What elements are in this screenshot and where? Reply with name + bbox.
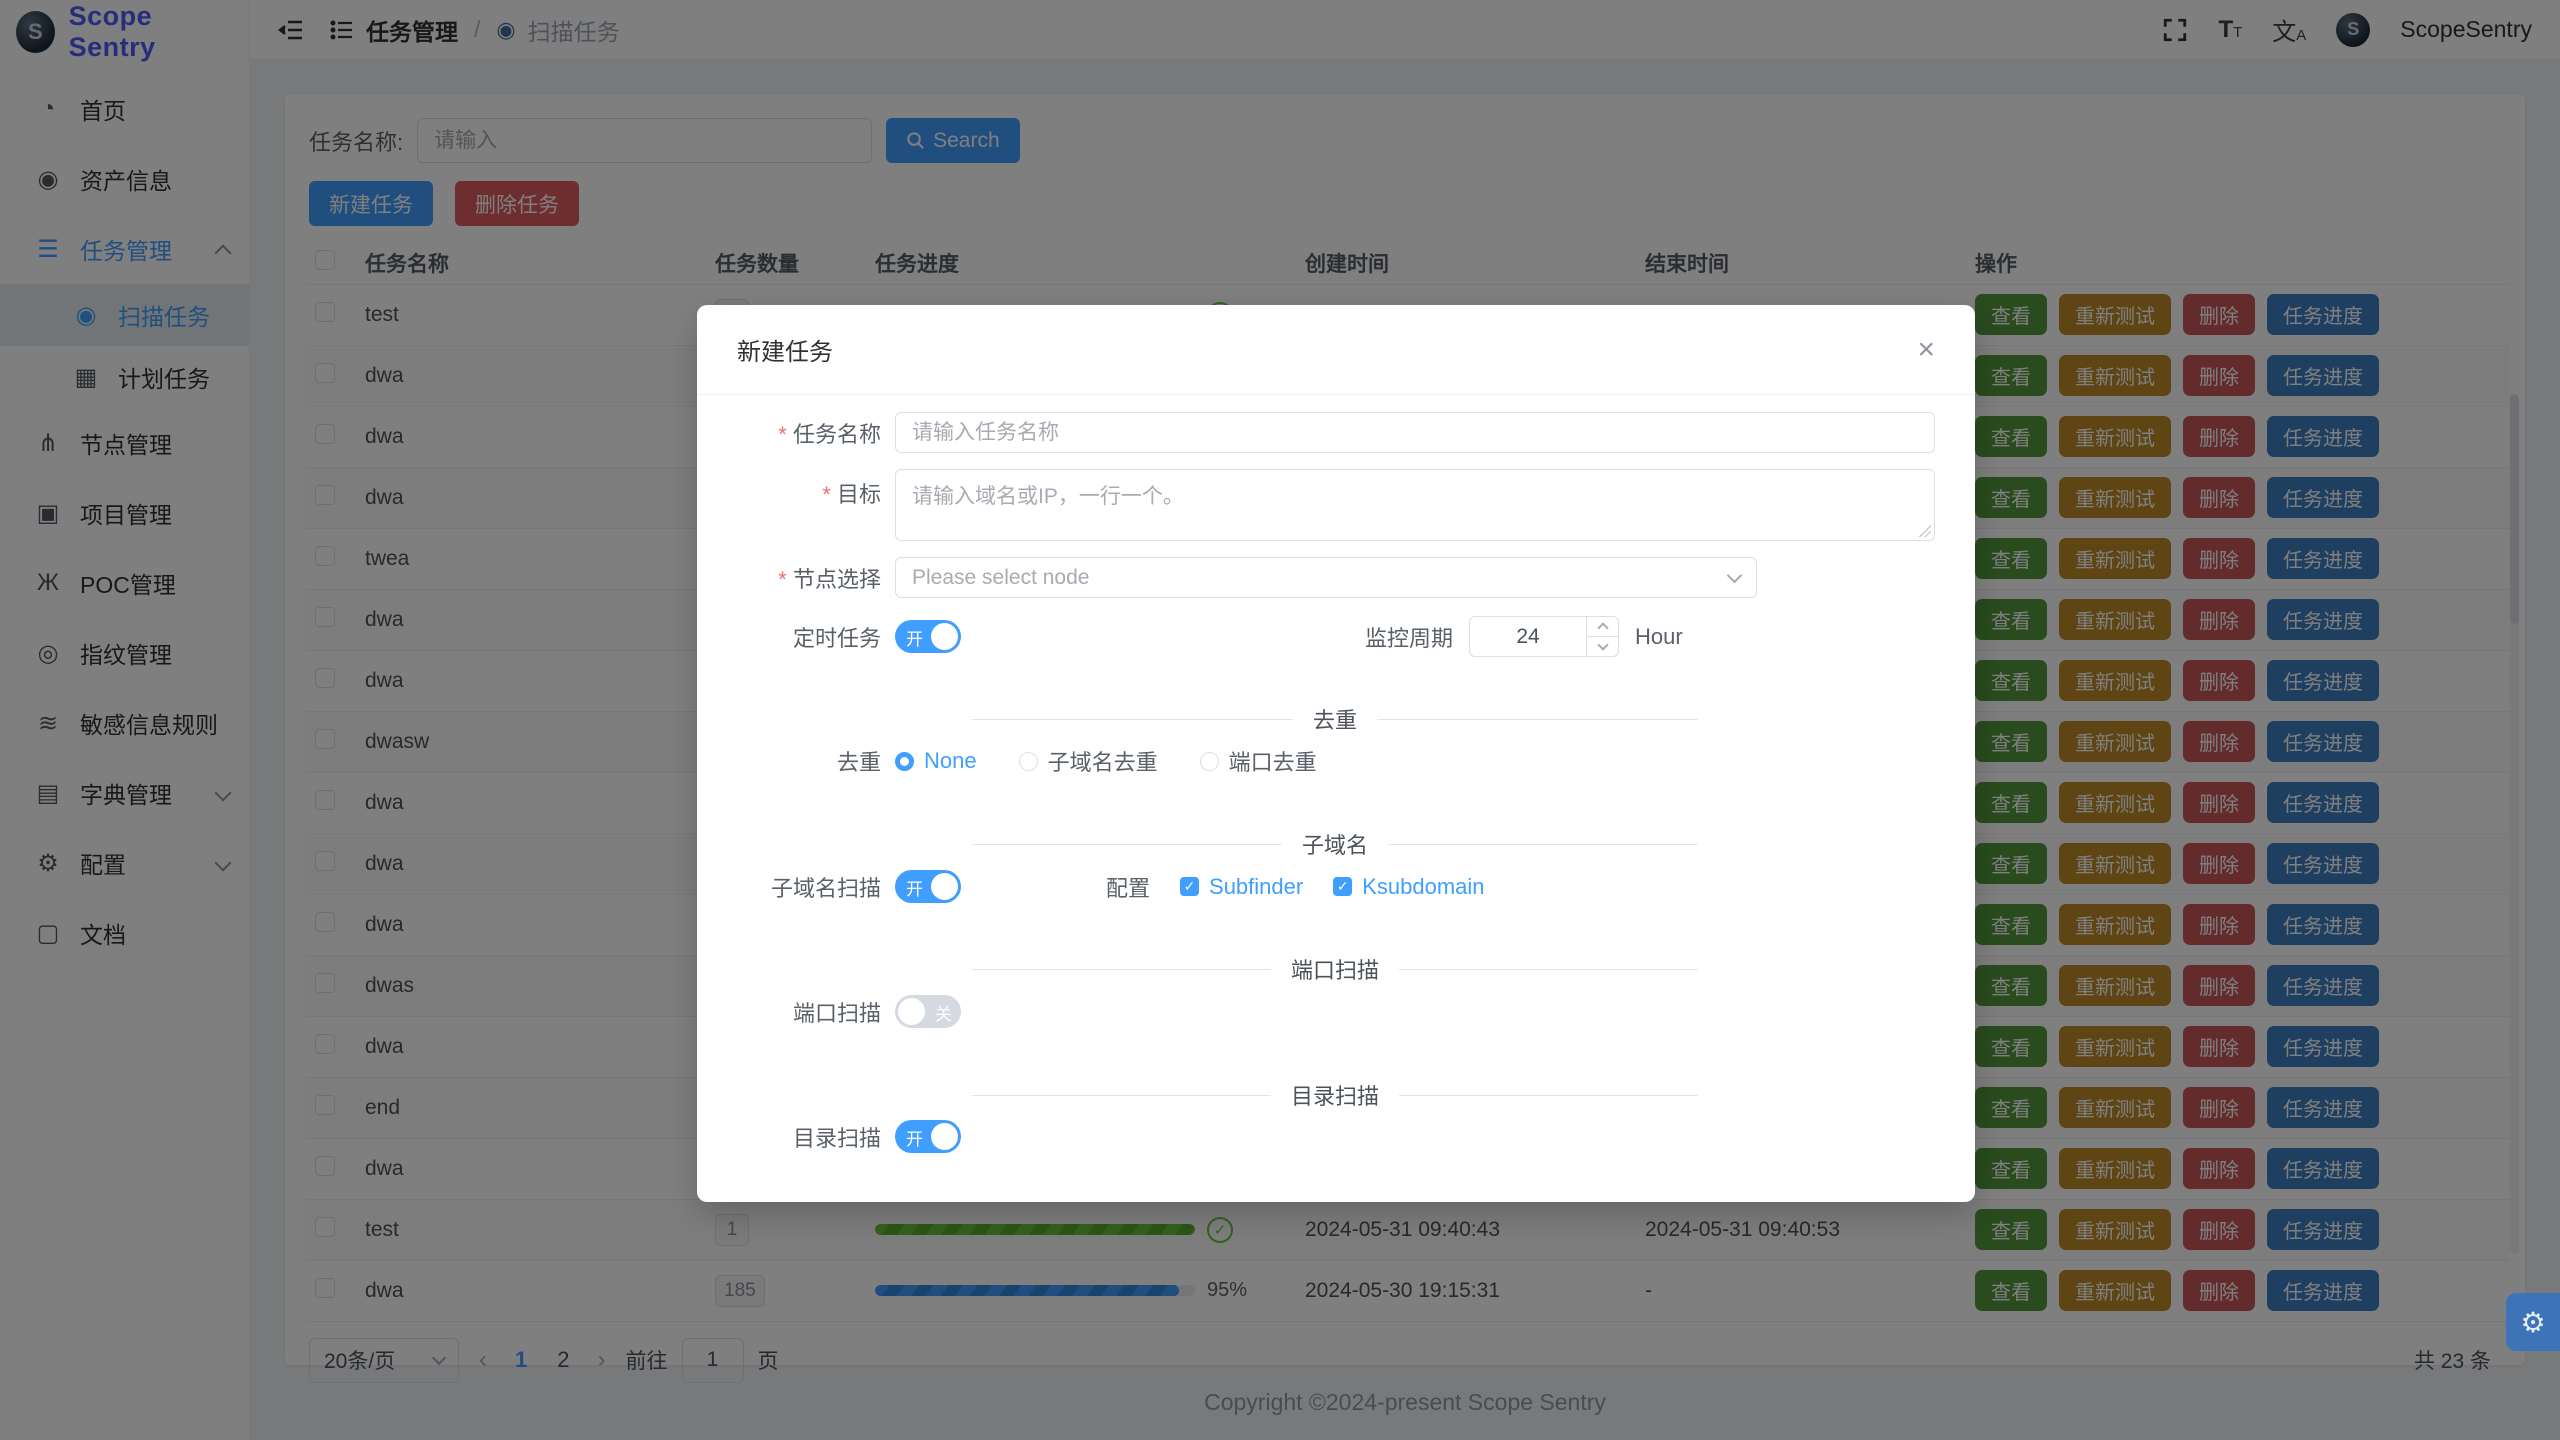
task-name-field[interactable]: [895, 412, 1935, 453]
new-task-modal: 新建任务 × 任务名称 目标 请输入域名或IP，一行一个。 节点选择 Pleas…: [697, 305, 1975, 1202]
chevron-down-icon: [1727, 567, 1743, 583]
scheduled-label: 定时任务: [737, 621, 881, 653]
close-icon[interactable]: ×: [1917, 335, 1935, 365]
node-label: 节点选择: [737, 562, 881, 594]
port-scan-label: 端口扫描: [737, 996, 881, 1028]
target-label: 目标: [737, 477, 881, 509]
dir-scan-toggle[interactable]: 开: [895, 1120, 961, 1153]
target-row: 目标 请输入域名或IP，一行一个。: [737, 469, 1935, 541]
dedup-label: 去重: [737, 745, 881, 777]
spinner-up-icon[interactable]: [1587, 617, 1618, 636]
divider-subdomain: 子域名: [972, 828, 1698, 860]
checkbox-subfinder[interactable]: ✓Subfinder: [1180, 874, 1303, 900]
checkbox-ksubdomain[interactable]: ✓Ksubdomain: [1333, 874, 1484, 900]
task-name-label: 任务名称: [737, 417, 881, 449]
number-spinner: [1586, 617, 1618, 656]
dir-scan-row: 目录扫描 开: [737, 1120, 1935, 1153]
settings-gear-button[interactable]: ⚙: [2506, 1293, 2560, 1351]
subdomain-scan-label: 子域名扫描: [737, 871, 881, 903]
task-name-input[interactable]: [912, 421, 1918, 445]
spinner-down-icon[interactable]: [1587, 636, 1618, 656]
cycle-number-input[interactable]: 24: [1469, 616, 1619, 657]
subdomain-scan-row: 子域名扫描 开 配置 ✓Subfinder ✓Ksubdomain: [737, 870, 1935, 903]
node-select[interactable]: Please select node: [895, 557, 1757, 598]
scheduled-task-row: 定时任务 开 监控周期 24 Hour: [737, 620, 1935, 653]
dir-scan-label: 目录扫描: [737, 1121, 881, 1153]
port-scan-row: 端口扫描 关: [737, 995, 1935, 1028]
cycle-unit: Hour: [1635, 624, 1683, 650]
divider-port-scan: 端口扫描: [972, 953, 1698, 985]
monitor-cycle-group: 监控周期 24 Hour: [1365, 616, 1683, 657]
divider-dedup: 去重: [972, 703, 1698, 735]
cycle-label: 监控周期: [1365, 621, 1453, 653]
radio-dedup-none[interactable]: None: [895, 748, 977, 774]
divider-dir-scan: 目录扫描: [972, 1079, 1698, 1111]
port-scan-toggle[interactable]: 关: [895, 995, 961, 1028]
modal-title: 新建任务: [737, 332, 833, 367]
radio-dedup-port[interactable]: 端口去重: [1200, 745, 1317, 777]
subdomain-scan-toggle[interactable]: 开: [895, 870, 961, 903]
task-name-row: 任务名称: [737, 412, 1935, 453]
scheduled-toggle[interactable]: 开: [895, 620, 961, 653]
modal-header: 新建任务 ×: [697, 305, 1975, 395]
node-row: 节点选择 Please select node: [737, 557, 1935, 598]
dedup-row: 去重 None 子域名去重 端口去重: [737, 745, 1935, 777]
resize-grip-icon[interactable]: [1919, 525, 1931, 537]
radio-dedup-subdomain[interactable]: 子域名去重: [1019, 745, 1158, 777]
config-label: 配置: [1106, 871, 1150, 903]
gear-icon: ⚙: [2520, 1306, 2545, 1339]
node-placeholder: Please select node: [912, 566, 1089, 590]
subdomain-config-group: 配置 ✓Subfinder ✓Ksubdomain: [1106, 871, 1485, 903]
target-placeholder: 请输入域名或IP，一行一个。: [912, 485, 1184, 508]
target-textarea[interactable]: 请输入域名或IP，一行一个。: [895, 469, 1935, 541]
